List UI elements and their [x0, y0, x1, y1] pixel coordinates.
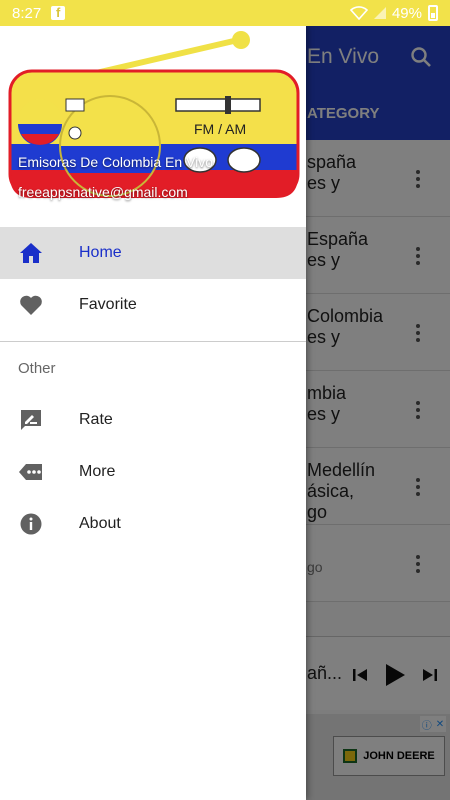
rate-icon — [21, 410, 41, 430]
battery-percent: 49% — [391, 4, 422, 22]
menu-item-more[interactable]: More — [0, 446, 306, 498]
menu-item-label: About — [79, 515, 121, 532]
navigation-drawer: FM / AM Emisoras De Colombia En Vivo fre… — [0, 26, 306, 800]
menu-item-label: Favorite — [79, 296, 137, 313]
signal-icon — [373, 7, 386, 19]
wifi-icon — [349, 6, 368, 20]
app-email: freeappsnative@gmail.com — [18, 184, 188, 200]
battery-icon — [428, 5, 438, 21]
section-label-other: Other — [18, 359, 56, 377]
info-icon — [20, 513, 42, 535]
app-name: Emisoras De Colombia En Vivo — [18, 154, 214, 170]
menu-item-favorite[interactable]: Favorite — [0, 279, 306, 331]
more-icon — [19, 464, 42, 480]
menu-item-label: Home — [79, 244, 122, 261]
menu-item-rate[interactable]: Rate — [0, 394, 306, 446]
home-icon — [20, 243, 42, 263]
facebook-icon: f — [51, 6, 66, 20]
menu-item-label: Rate — [79, 411, 113, 428]
heart-icon — [20, 295, 42, 315]
status-bar: 8:27 f 49% — [0, 0, 450, 26]
menu-item-label: More — [79, 463, 116, 480]
logo-band-text: FM / AM — [194, 121, 246, 137]
drawer-header: FM / AM Emisoras De Colombia En Vivo fre… — [0, 26, 306, 220]
status-time: 8:27 — [12, 4, 42, 22]
menu-item-about[interactable]: About — [0, 498, 306, 550]
menu-item-home[interactable]: Home — [0, 227, 306, 279]
drawer-menu: Home Favorite Other Rate More About — [0, 227, 306, 550]
